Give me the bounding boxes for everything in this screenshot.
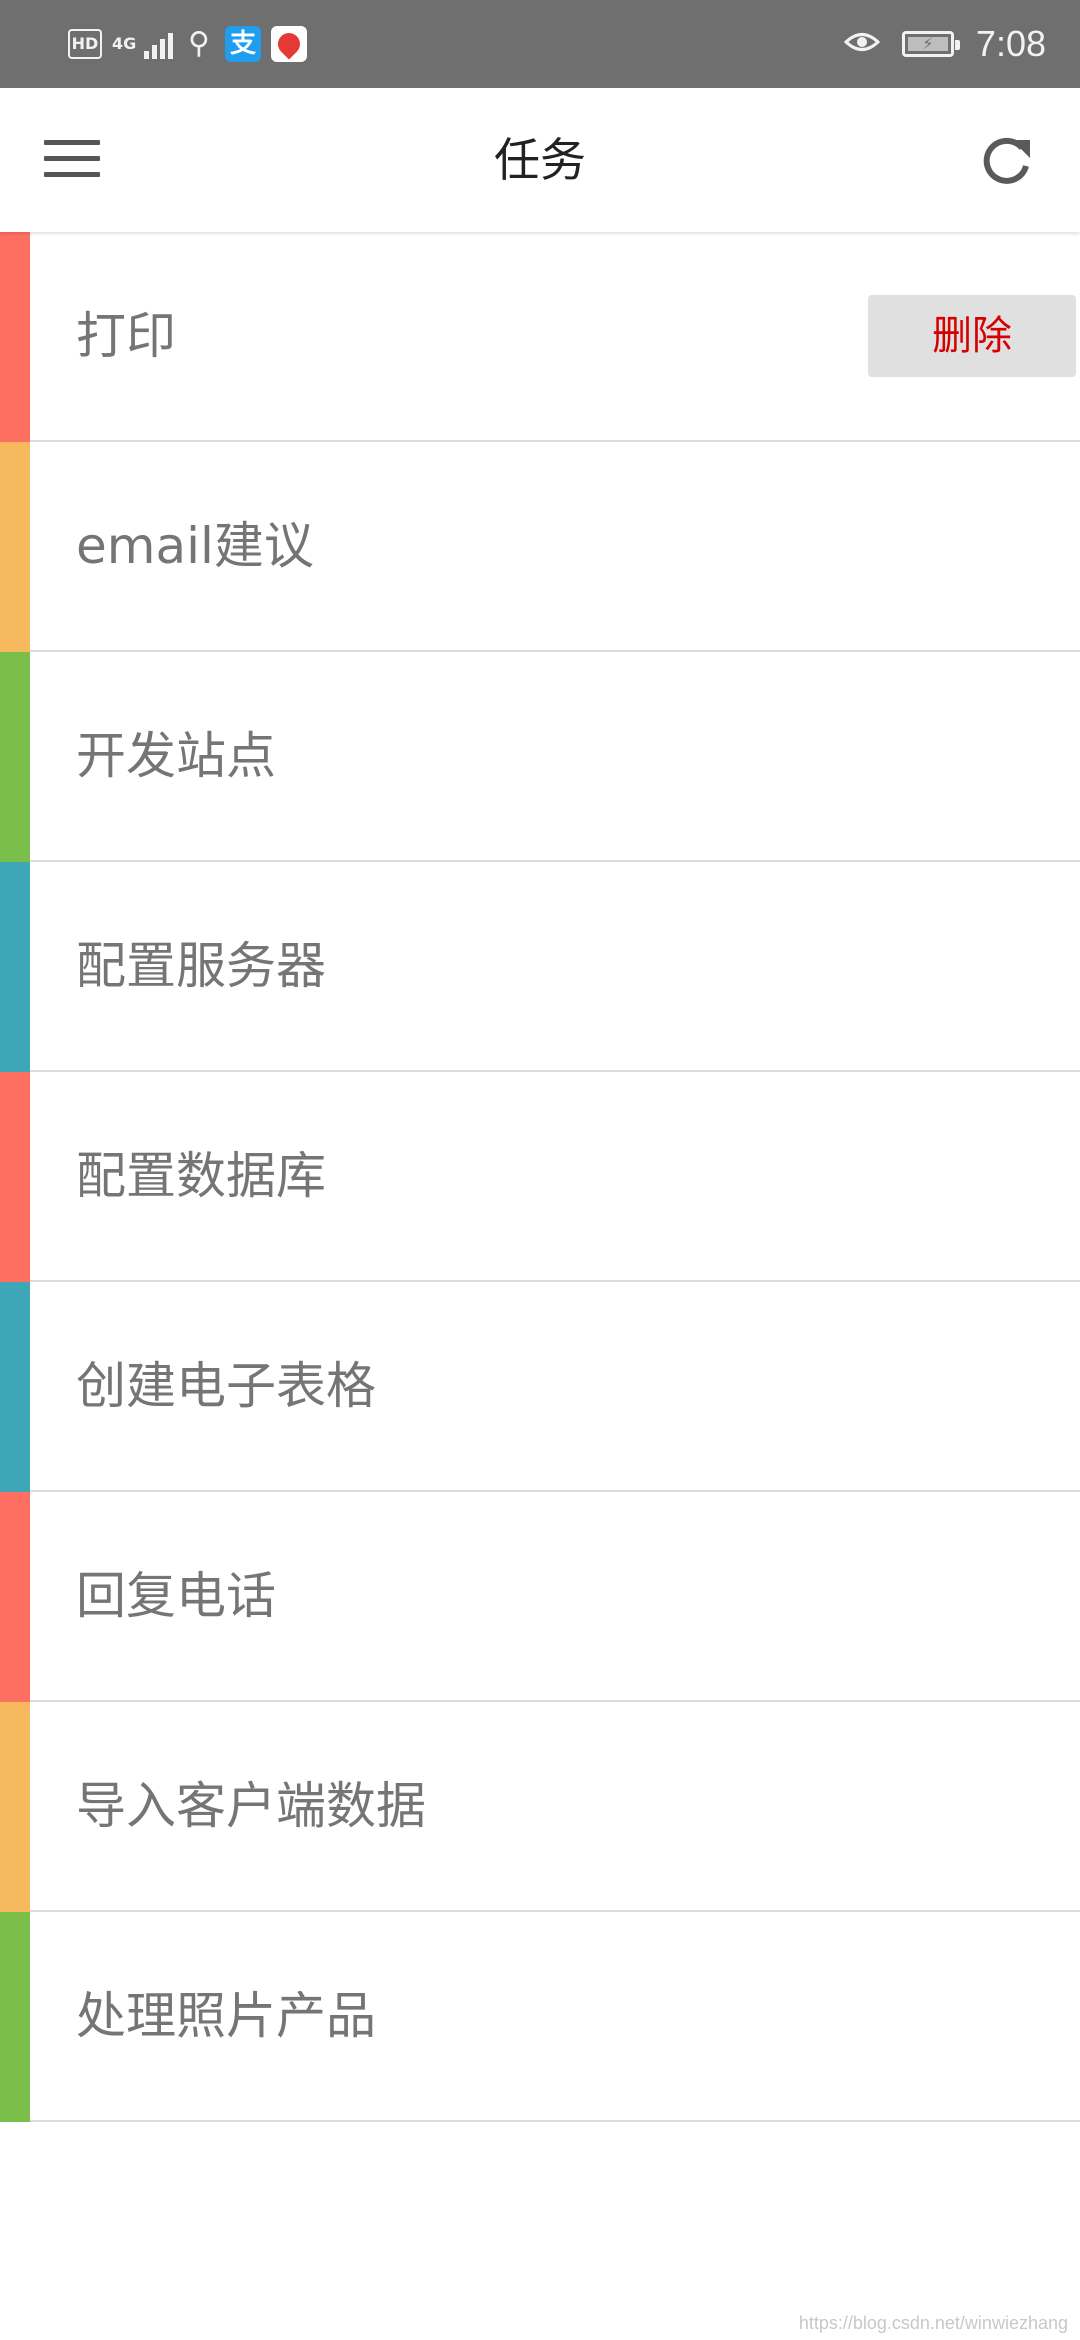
hd-icon: HD [68,29,102,59]
task-color-stripe [0,1912,30,2122]
task-color-stripe [0,652,30,862]
task-row[interactable]: email建议 [0,442,1080,652]
status-time: 7:08 [975,23,1046,64]
task-row[interactable]: 配置数据库 [0,1072,1080,1282]
task-row[interactable]: 开发站点 [0,652,1080,862]
task-row[interactable]: 打印 删除 [0,232,1080,442]
alipay-icon: 支 [225,26,261,62]
eye-comfort-icon [843,28,881,60]
task-color-stripe [0,232,30,442]
task-color-stripe [0,1492,30,1702]
task-color-stripe [0,862,30,1072]
task-label: 处理照片产品 [76,1987,376,2045]
task-color-stripe [0,1282,30,1492]
task-label: 导入客户端数据 [76,1777,426,1835]
task-label: 配置服务器 [76,937,326,995]
task-color-stripe [0,1702,30,1912]
task-label: 配置数据库 [76,1147,326,1205]
usb-icon: ⚲ [188,26,210,61]
task-row[interactable]: 回复电话 [0,1492,1080,1702]
watermark-text: https://blog.csdn.net/winwiezhang [798,2313,1068,2333]
task-label: 回复电话 [76,1567,276,1625]
task-row[interactable]: 处理照片产品 [0,1912,1080,2122]
task-list: 打印 删除 email建议 开发站点 配置服务器 配置数据库 创建电子表格 回复… [0,232,1080,2122]
task-row[interactable]: 导入客户端数据 [0,1702,1080,1912]
task-row[interactable]: 创建电子表格 [0,1282,1080,1492]
task-label: email建议 [76,517,314,575]
status-left-icons: HD 4G ⚲ 支 [68,24,307,64]
battery-icon: ⚡ [901,31,960,57]
signal-icon [144,29,173,59]
task-color-stripe [0,442,30,652]
task-label: 开发站点 [76,727,276,785]
page-title: 任务 [494,133,586,187]
app-bar: 任务 [0,88,1080,232]
row-divider [30,2120,1080,2122]
network-type-label: 4G [112,34,137,53]
task-row[interactable]: 配置服务器 [0,862,1080,1072]
refresh-icon[interactable] [978,134,1034,190]
task-label: 打印 [76,307,176,365]
status-bar: HD 4G ⚲ 支 ⚡ 7:08 [0,0,1080,88]
map-app-icon [271,26,307,62]
task-label: 创建电子表格 [76,1357,376,1415]
status-right-icons: ⚡ 7:08 [843,18,1046,70]
delete-button[interactable]: 删除 [868,295,1076,377]
task-color-stripe [0,1072,30,1282]
